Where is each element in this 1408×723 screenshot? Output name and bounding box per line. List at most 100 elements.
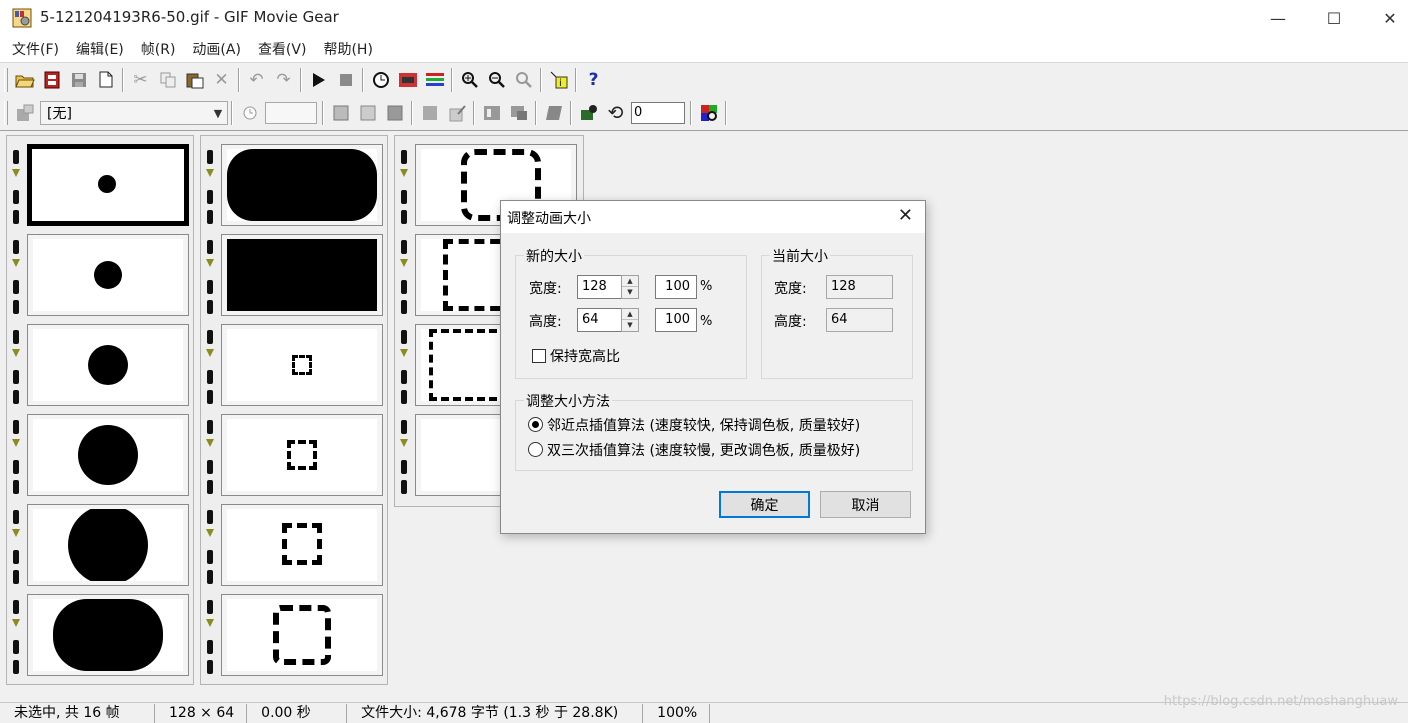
film-strip-icon[interactable] — [394, 67, 421, 93]
film-sprocket — [13, 390, 19, 404]
frame-thumbnail-2[interactable] — [27, 234, 189, 316]
frame-marker-icon — [400, 349, 408, 357]
bicubic-radio[interactable] — [528, 442, 543, 457]
film-sprocket — [13, 660, 19, 674]
redo-icon[interactable]: ↷ — [270, 67, 297, 93]
toolbar-separator — [535, 101, 537, 125]
delay-input[interactable] — [265, 102, 317, 124]
frame-thumbnail-3[interactable] — [27, 324, 189, 406]
rotate-tool-icon[interactable] — [575, 100, 602, 126]
frame-thumbnail-5[interactable] — [27, 504, 189, 586]
spin-up-icon[interactable]: ▲ — [622, 276, 638, 287]
help-icon[interactable]: ? — [580, 67, 607, 93]
toolbar-separator — [575, 67, 577, 92]
disposal-icon-2[interactable] — [354, 100, 381, 126]
cancel-button[interactable]: 取消 — [820, 491, 911, 518]
new-width-spinner[interactable]: ▲ ▼ — [621, 275, 639, 299]
toolbar-separator — [322, 101, 324, 125]
rotate-icon[interactable]: ⟲ — [602, 100, 629, 126]
frame-thumbnail-11[interactable] — [221, 504, 383, 586]
frame-crop-icon[interactable] — [505, 100, 532, 126]
frame-split-icon[interactable] — [478, 100, 505, 126]
status-filesize: 文件大小: 4,678 字节 (1.3 秒 于 28.8K) — [347, 703, 644, 723]
new-height-spinner[interactable]: ▲ ▼ — [621, 308, 639, 332]
save-icon[interactable] — [65, 67, 92, 93]
keep-ratio-checkbox[interactable] — [532, 349, 546, 363]
frame-marker-icon — [12, 169, 20, 177]
frame-thumbnail-12[interactable] — [221, 594, 383, 676]
toolbar-grip[interactable] — [4, 101, 8, 125]
ok-button[interactable]: 确定 — [719, 491, 810, 518]
toolbar-separator — [540, 67, 542, 92]
menu-frame[interactable]: 帧(R) — [133, 39, 185, 59]
zoom-in-icon[interactable] — [456, 67, 483, 93]
undo-icon[interactable]: ↶ — [243, 67, 270, 93]
menu-animation[interactable]: 动画(A) — [184, 39, 250, 59]
dialog-title: 调整动画大小 — [507, 211, 591, 227]
zoom-out-icon[interactable] — [483, 67, 510, 93]
new-width-percent-input[interactable]: 100 — [655, 275, 697, 299]
delete-icon[interactable]: ✕ — [208, 67, 235, 93]
maximize-button[interactable]: ☐ — [1306, 0, 1362, 36]
nearest-neighbor-radio[interactable] — [528, 417, 543, 432]
frame-thumbnail-4[interactable] — [27, 414, 189, 496]
zoom-actual-icon[interactable] — [510, 67, 537, 93]
dialog-close-icon[interactable]: ✕ — [898, 205, 913, 226]
current-height-value: 64 — [826, 308, 893, 332]
timing-clock-icon[interactable] — [367, 67, 394, 93]
frame-marker-icon — [206, 619, 214, 627]
frame-thumbnail-10[interactable] — [221, 414, 383, 496]
new-height-input[interactable]: 64 — [577, 308, 623, 332]
new-size-label: 新的大小 — [524, 246, 584, 266]
toolbar-grip[interactable] — [4, 67, 8, 92]
frame-thumbnail-7[interactable] — [221, 144, 383, 226]
spin-down-icon[interactable]: ▼ — [622, 287, 638, 298]
minimize-button[interactable]: — — [1250, 0, 1306, 36]
menu-edit[interactable]: 编辑(E) — [68, 39, 133, 59]
play-icon[interactable] — [305, 67, 332, 93]
info-icon[interactable]: i — [545, 67, 572, 93]
resize-method-group: 调整大小方法 — [515, 391, 913, 471]
frame-marker-icon — [400, 169, 408, 177]
spin-down-icon[interactable]: ▼ — [622, 320, 638, 331]
menu-view[interactable]: 查看(V) — [250, 39, 316, 59]
open-frames-icon[interactable] — [38, 67, 65, 93]
menu-file[interactable]: 文件(F) — [4, 39, 68, 59]
close-button[interactable]: ✕ — [1362, 0, 1408, 36]
transparency-combo[interactable]: [无] ▼ — [40, 101, 228, 125]
frame-thumbnail-6[interactable] — [27, 594, 189, 676]
disposal-icon-1[interactable] — [327, 100, 354, 126]
frame-shape-icon[interactable] — [540, 100, 567, 126]
frame-thumbnail-9[interactable] — [221, 324, 383, 406]
new-width-input[interactable]: 128 — [577, 275, 623, 299]
new-file-icon[interactable] — [92, 67, 119, 93]
toolbar-separator — [451, 67, 453, 92]
frame-properties-icon[interactable] — [11, 100, 38, 126]
color-replace-icon[interactable] — [695, 100, 722, 126]
nearest-neighbor-label[interactable]: 邻近点插值算法 (速度较快, 保持调色板, 质量较好) — [547, 415, 860, 435]
film-sprocket — [13, 370, 19, 384]
frame-offset-icon[interactable] — [416, 100, 443, 126]
bicubic-label[interactable]: 双三次插值算法 (速度较慢, 更改调色板, 质量极好) — [547, 440, 860, 460]
frame-edit-icon[interactable] — [443, 100, 470, 126]
menu-help[interactable]: 帮助(H) — [315, 39, 381, 59]
keep-ratio-label[interactable]: 保持宽高比 — [550, 346, 620, 366]
new-height-percent-input[interactable]: 100 — [655, 308, 697, 332]
frame-thumbnail-8[interactable] — [221, 234, 383, 316]
spin-up-icon[interactable]: ▲ — [622, 309, 638, 320]
palette-icon[interactable] — [421, 67, 448, 93]
frame-marker-icon — [400, 259, 408, 267]
frame-marker-icon — [206, 169, 214, 177]
film-sprocket — [207, 240, 213, 254]
chevron-down-icon: ▼ — [213, 106, 223, 120]
disposal-icon-3[interactable] — [381, 100, 408, 126]
frame-marker-icon — [12, 259, 20, 267]
open-folder-icon[interactable] — [11, 67, 38, 93]
copy-icon[interactable] — [154, 67, 181, 93]
frame-thumbnail-1[interactable] — [27, 144, 189, 226]
stop-icon[interactable] — [332, 67, 359, 93]
cut-icon[interactable]: ✂ — [127, 67, 154, 93]
rotate-input[interactable]: 0 — [631, 102, 685, 124]
film-sprocket — [13, 640, 19, 654]
paste-icon[interactable] — [181, 67, 208, 93]
